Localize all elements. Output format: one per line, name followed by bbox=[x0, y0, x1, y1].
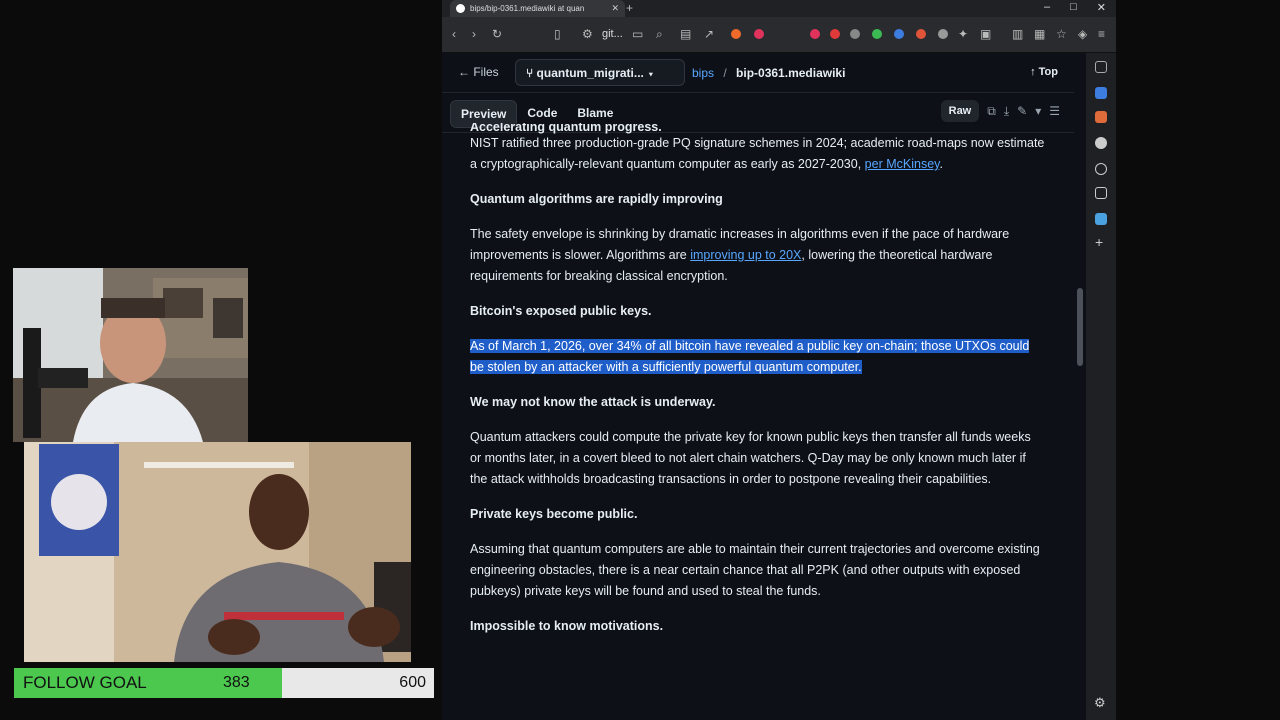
sidebar-app-icon[interactable] bbox=[1095, 137, 1107, 149]
new-tab-button[interactable]: + bbox=[626, 1, 633, 15]
paragraph: Quantum attackers could compute the priv… bbox=[470, 430, 1031, 486]
download-icon[interactable]: ⤓ bbox=[1004, 104, 1009, 119]
browser-sidebar: + ⚙ bbox=[1086, 53, 1116, 720]
section-heading: We may not know the attack is underway. bbox=[470, 395, 716, 409]
extension-icon[interactable] bbox=[830, 29, 840, 39]
branch-name: quantum_migrati... bbox=[536, 66, 644, 80]
sidebar-toggle-icon[interactable]: ▥ bbox=[1012, 27, 1023, 41]
tab-close-icon[interactable]: ✕ bbox=[611, 3, 619, 14]
extension-icon[interactable] bbox=[938, 29, 948, 39]
improving-link[interactable]: improving up to 20X bbox=[690, 248, 801, 262]
share-icon[interactable]: ↗ bbox=[704, 27, 714, 41]
outline-icon[interactable]: ☰ bbox=[1049, 104, 1060, 118]
back-icon[interactable]: ‹ bbox=[452, 27, 456, 41]
extensions-menu-icon[interactable]: ▣ bbox=[980, 27, 991, 41]
webcam-host bbox=[13, 268, 248, 442]
breadcrumb: bips / bip-0361.mediawiki bbox=[692, 66, 845, 80]
follow-goal-target: 600 bbox=[399, 674, 426, 691]
brave-rewards-icon[interactable] bbox=[754, 29, 764, 39]
github-page: ← Files ⑂ quantum_migrati... ▾ bips / bi… bbox=[442, 53, 1074, 720]
paragraph: Assuming that quantum computers are able… bbox=[470, 542, 1040, 598]
tab-bar: bips/bip-0361.mediawiki at quan ✕ + – □ … bbox=[442, 0, 1116, 17]
raw-button[interactable]: Raw bbox=[940, 100, 980, 122]
file-actions: Raw ⧉ ⤓ ✎ ▾ ☰ bbox=[940, 100, 1060, 122]
paragraph: NIST ratified three production-grade PQ … bbox=[470, 133, 1045, 175]
breadcrumb-file: bip-0361.mediawiki bbox=[736, 66, 846, 80]
wallet-icon[interactable]: ▦ bbox=[1034, 27, 1045, 41]
brave-shield-icon[interactable] bbox=[731, 29, 741, 39]
sidebar-app-icon[interactable] bbox=[1095, 111, 1107, 123]
github-favicon-icon bbox=[456, 4, 465, 13]
webcam-guest bbox=[24, 442, 411, 662]
breadcrumb-separator: / bbox=[723, 66, 727, 80]
extension-icon[interactable] bbox=[894, 29, 904, 39]
close-window-button[interactable]: ✕ bbox=[1097, 1, 1106, 14]
sidebar-app-icon[interactable] bbox=[1095, 213, 1107, 225]
follow-goal-label: FOLLOW GOAL bbox=[23, 673, 147, 692]
forward-icon[interactable]: › bbox=[472, 27, 476, 41]
site-settings-icon[interactable]: ⚙ bbox=[582, 27, 593, 41]
address-bar[interactable]: git... bbox=[602, 28, 623, 40]
section-heading: Bitcoin's exposed public keys. bbox=[470, 304, 652, 318]
paragraph: The safety envelope is shrinking by dram… bbox=[470, 224, 1045, 287]
extension-icon[interactable] bbox=[916, 29, 926, 39]
puzzle-icon[interactable]: ✦ bbox=[958, 27, 968, 41]
browser-tab[interactable]: bips/bip-0361.mediawiki at quan ✕ bbox=[450, 0, 625, 17]
tab-title: bips/bip-0361.mediawiki at quan bbox=[470, 4, 585, 13]
section-heading: Private keys become public. bbox=[470, 507, 638, 521]
files-label: Files bbox=[473, 65, 499, 79]
maximize-button[interactable]: □ bbox=[1070, 1, 1077, 14]
sidebar-app-icon[interactable] bbox=[1095, 163, 1107, 175]
paragraph-text: NIST ratified three production-grade PQ … bbox=[470, 136, 1045, 171]
browser-window: bips/bip-0361.mediawiki at quan ✕ + – □ … bbox=[442, 0, 1116, 720]
extension-icon[interactable] bbox=[850, 29, 860, 39]
top-label: Top bbox=[1038, 66, 1058, 78]
highlighted-paragraph: As of March 1, 2026, over 34% of all bit… bbox=[470, 336, 1045, 378]
sidebar-app-icon[interactable] bbox=[1095, 187, 1107, 199]
bookmarks-panel-icon[interactable] bbox=[1095, 61, 1107, 73]
branch-selector[interactable]: ⑂ quantum_migrati... ▾ bbox=[515, 59, 685, 86]
reload-icon[interactable]: ↻ bbox=[492, 27, 502, 41]
section-heading: Quantum algorithms are rapidly improving bbox=[470, 192, 723, 206]
file-header: ← Files ⑂ quantum_migrati... ▾ bips / bi… bbox=[442, 53, 1074, 93]
mckinsey-link[interactable]: per McKinsey bbox=[865, 157, 940, 171]
favorites-icon[interactable]: ☆ bbox=[1056, 27, 1067, 41]
chevron-down-icon[interactable]: ▾ bbox=[1035, 104, 1041, 118]
scrollbar-thumb[interactable] bbox=[1077, 288, 1083, 366]
section-heading: Impossible to know motivations. bbox=[470, 619, 664, 633]
extension-icon[interactable] bbox=[810, 29, 820, 39]
minimize-button[interactable]: – bbox=[1044, 1, 1050, 14]
breadcrumb-repo[interactable]: bips bbox=[692, 66, 714, 80]
vpn-icon[interactable]: ◈ bbox=[1078, 27, 1087, 41]
paragraph-end: . bbox=[939, 157, 943, 171]
edit-icon[interactable]: ✎ bbox=[1017, 104, 1027, 118]
browser-toolbar: ‹ › ↻ ▯ ⚙ git... ▭ ⌕ ▤ ↗ ✦ ▣ ▥ ▦ ☆ ◈ ≡ bbox=[442, 17, 1116, 53]
leo-icon[interactable] bbox=[1095, 87, 1107, 99]
top-button[interactable]: ↑ Top bbox=[1030, 66, 1058, 78]
follow-goal-current: 383 bbox=[223, 674, 250, 691]
bookmark-icon[interactable]: ▯ bbox=[554, 27, 561, 41]
files-button[interactable]: ← Files bbox=[458, 65, 499, 79]
zoom-icon[interactable]: ⌕ bbox=[656, 27, 663, 42]
add-icon[interactable]: + bbox=[1095, 234, 1103, 250]
cast-icon[interactable]: ▭ bbox=[632, 27, 643, 41]
reader-icon[interactable]: ▤ bbox=[680, 27, 691, 41]
window-controls: – □ ✕ bbox=[1044, 1, 1106, 14]
menu-icon[interactable]: ≡ bbox=[1098, 27, 1105, 41]
markdown-body: NIST ratified three production-grade PQ … bbox=[470, 133, 1045, 651]
selected-text: As of March 1, 2026, over 34% of all bit… bbox=[470, 339, 1030, 374]
gear-icon[interactable]: ⚙ bbox=[1094, 695, 1106, 711]
page-scrollbar[interactable] bbox=[1074, 53, 1086, 720]
stream-scene: FOLLOW GOAL 383 600 bips/bip-0361.mediaw… bbox=[0, 0, 1280, 720]
extension-icon[interactable] bbox=[872, 29, 882, 39]
follow-goal-bar: FOLLOW GOAL 383 600 bbox=[14, 668, 434, 698]
copy-icon[interactable]: ⧉ bbox=[987, 104, 996, 119]
